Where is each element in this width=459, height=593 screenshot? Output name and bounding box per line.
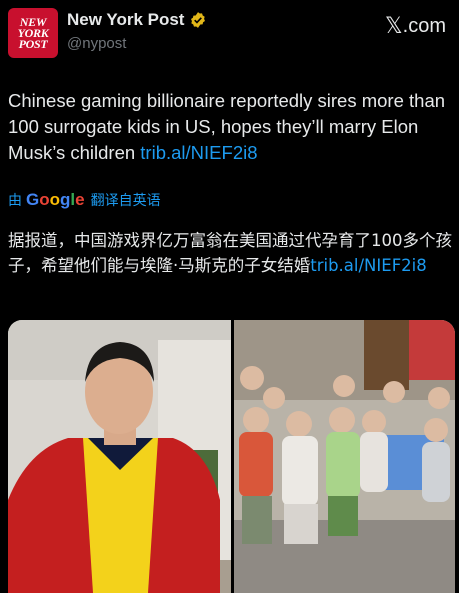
publisher-name[interactable]: New York Post <box>67 10 184 30</box>
google-logo: Google <box>26 190 85 209</box>
publisher-name-row: New York Post <box>67 10 207 30</box>
tweet-text: Chinese gaming billionaire reportedly si… <box>8 88 452 166</box>
avatar-line-3: POST <box>18 36 48 51</box>
publisher-handle[interactable]: @nypost <box>67 35 126 52</box>
translated-text: 据报道，中国游戏界亿万富翁在美国通过代孕育了100多个孩子，希望他们能与埃隆·马… <box>8 228 454 278</box>
translation-label: 翻译自英语 <box>90 192 161 208</box>
photo-children[interactable] <box>234 320 455 593</box>
publisher-avatar[interactable]: NEW YORK POST <box>8 8 58 58</box>
tweet-link[interactable]: trib.al/NIEF2i8 <box>140 142 257 163</box>
translated-link[interactable]: trib.al/NIEF2i8 <box>310 256 427 275</box>
site-label: .com <box>402 15 446 37</box>
photo-man-portrait[interactable] <box>8 320 231 593</box>
post-header: NEW YORK POST New York Post @nypost 𝕏 .c… <box>0 0 459 70</box>
verified-badge-icon <box>191 12 206 28</box>
translated-by-label: 由 <box>8 192 22 208</box>
translation-attribution[interactable]: 由 Google 翻译自英语 <box>8 190 161 210</box>
media-grid <box>8 320 455 593</box>
x-logo-icon: 𝕏 <box>384 14 403 39</box>
x-com-watermark: 𝕏 .com <box>385 14 446 39</box>
